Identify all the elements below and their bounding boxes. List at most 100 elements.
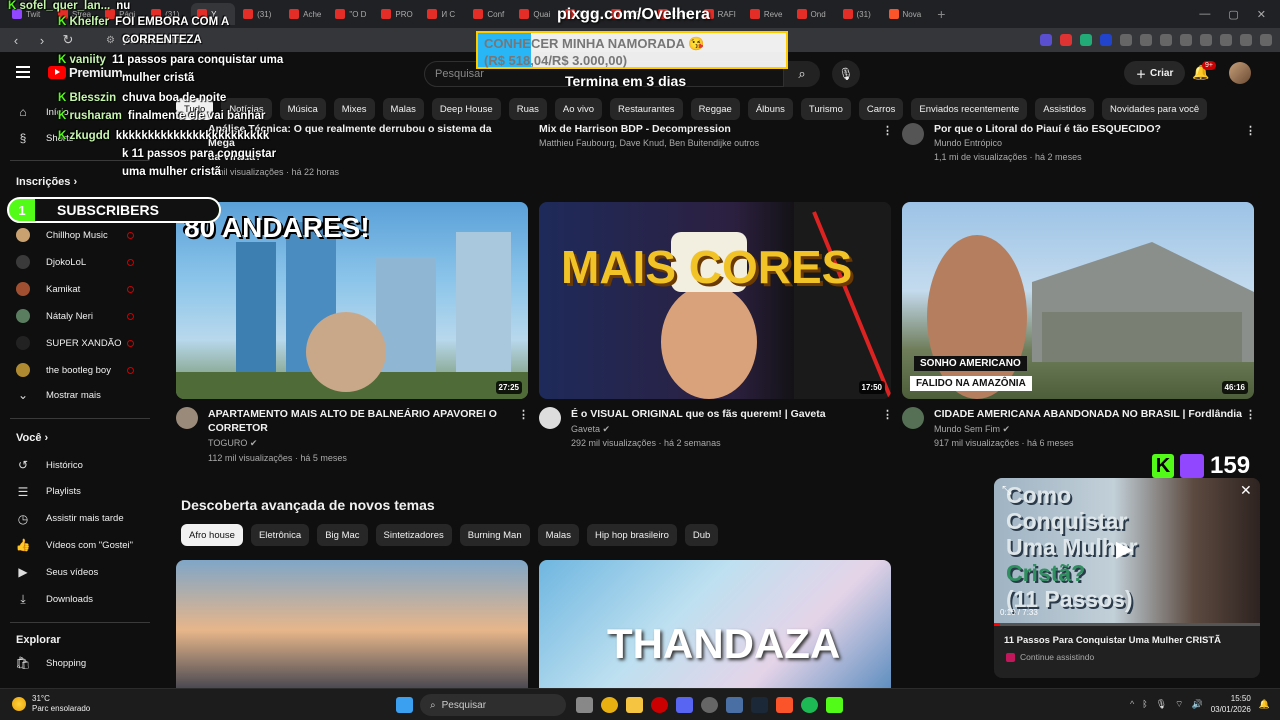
channel-avatar[interactable] [539,407,561,429]
wifi-icon[interactable]: ⌔ [1175,699,1183,710]
video-thumbnail[interactable]: MAIS CORES 17:50 [539,202,891,399]
mic-icon[interactable]: 🎙 [1156,699,1167,710]
video-title[interactable]: APARTAMENTO MAIS ALTO DE BALNEÁRIO APAVO… [208,407,508,435]
chip[interactable]: Reggae [690,98,740,120]
chip[interactable]: Ruas [508,98,547,120]
video-channel[interactable]: Mundo Sem Fim ✔ [934,422,1010,437]
weather-widget[interactable]: 31°C Parc ensolarado [12,694,90,714]
chip[interactable]: Hip hop brasileiro [586,524,677,546]
chip[interactable]: Turismo [800,98,851,120]
chip[interactable]: Big Mac [317,524,368,546]
minimize-icon[interactable]: — [1199,8,1210,21]
miniplayer-video[interactable]: Como Conquistar Uma Mulher Cristã? (11 P… [994,478,1260,625]
sidebar-item[interactable]: ⤓ Downloads [0,587,156,611]
maximize-icon[interactable]: ▢ [1228,8,1238,21]
sidebar-icon[interactable] [1180,34,1192,46]
obs-icon[interactable] [701,697,718,713]
chip[interactable]: Malas [382,98,424,120]
browser-tab[interactable]: Conf [467,3,511,25]
sidebar-item[interactable]: ◷ Assistir mais tarde [0,507,156,531]
browser-tab[interactable]: Quai [513,3,557,25]
channel-avatar[interactable] [902,407,924,429]
chip[interactable]: Dub [684,524,719,546]
sidebar-subscription[interactable]: Kamikat [0,277,156,301]
windows-start-icon[interactable] [396,697,413,713]
chip[interactable]: Malas [537,524,579,546]
sidebar-item[interactable]: ▶ Seus vídeos [0,560,156,584]
video-channel[interactable]: TOGURO ✔ [208,436,257,451]
chip[interactable]: Deep House [431,98,501,120]
search-button[interactable]: ⌕ [784,61,820,87]
chip[interactable]: Eletrônica [250,524,310,546]
account-avatar[interactable] [1229,62,1251,84]
taskbar-search[interactable]: ⌕ Pesquisar [420,694,566,716]
extension-icon[interactable] [1120,34,1132,46]
chip[interactable]: Burning Man [459,524,530,546]
opera-icon[interactable] [651,697,668,713]
browser-tab[interactable]: Reve [744,3,789,25]
video-title[interactable]: Por que o Litoral do Piauí é tão ESQUECI… [934,122,1161,136]
more-options-icon[interactable]: ⋮ [1245,124,1256,137]
video-thumbnail[interactable]: SONHO AMERICANO FALIDO NA AMAZÔNIA 46:16 [902,202,1254,399]
miniplayer-title[interactable]: 11 Passos Para Conquistar Uma Mulher CRI… [1004,635,1221,646]
sidebar-item[interactable]: ↺ Histórico [0,453,156,477]
sidebar-subscription[interactable]: DjokoLoL [0,250,156,274]
close-window-icon[interactable]: ✕ [1257,8,1266,21]
chip[interactable]: Assistidos [1035,98,1094,120]
extension-icon[interactable] [1060,34,1072,46]
you-heading[interactable]: Você › [16,432,48,444]
browser-tab[interactable]: (31) [837,3,881,25]
app-icon[interactable] [726,697,743,713]
channel-avatar[interactable] [902,123,924,145]
expand-icon[interactable]: ⤡ [1002,483,1012,498]
spotify-icon[interactable] [801,697,818,713]
kick-icon[interactable] [826,697,843,713]
chip[interactable]: Carros [858,98,904,120]
sidebar-subscription[interactable]: Chillhop Music [0,223,156,247]
video-thumbnail[interactable]: THANDAZA [539,560,891,688]
chip[interactable]: Novidades para você [1101,98,1208,120]
more-options-icon[interactable]: ⋮ [882,408,893,421]
more-options-icon[interactable]: ⋮ [1245,408,1256,421]
chip[interactable]: Enviados recentemente [911,98,1028,120]
chip[interactable]: Sintetizadores [375,524,452,546]
menu-icon[interactable] [1260,34,1272,46]
bluetooth-icon[interactable]: ᛒ [1142,699,1147,709]
video-channel[interactable]: Gaveta ✔ [571,422,610,437]
sidebar-item[interactable]: ☰ Playlists [0,480,156,504]
music-icon[interactable] [1160,34,1172,46]
wallet-icon[interactable] [1220,34,1232,46]
brave-icon[interactable] [776,697,793,713]
browser-tab[interactable]: Ond [791,3,835,25]
video-channel[interactable]: Mundo Entrópico [934,136,1002,151]
channel-avatar[interactable] [176,407,198,429]
sidebar-subscription[interactable]: the bootleg boy [0,358,156,382]
create-button[interactable]: ＋ Criar [1124,61,1186,85]
chevron-up-icon[interactable]: ^ [1130,699,1134,709]
chip[interactable]: Mixes [333,98,375,120]
extension-icon[interactable] [1040,34,1052,46]
extension-icon[interactable] [1100,34,1112,46]
steam-icon[interactable] [751,697,768,713]
voice-search-button[interactable]: 🎙 [832,60,860,88]
sidebar-subscription[interactable]: SUPER XANDÃO [0,331,156,355]
sidebar-item[interactable]: 👍 Vídeos com "Gostei" [0,533,156,557]
miniplayer-progress[interactable] [994,623,1260,626]
video-title[interactable]: Mix de Harrison BDP - Decompression [539,122,731,136]
close-icon[interactable]: ✕ [1240,482,1252,499]
chrome-icon[interactable] [601,697,618,713]
task-view-icon[interactable] [576,697,593,713]
sidebar-item-shopping[interactable]: 🛍 Shopping [0,651,156,675]
more-options-icon[interactable]: ⋮ [518,408,529,421]
play-icon[interactable]: ▶ [1116,536,1133,562]
video-title[interactable]: É o VISUAL ORIGINAL que os fãs querem! |… [571,407,826,421]
volume-icon[interactable]: 🔊 [1192,699,1203,710]
miniplayer[interactable]: Como Conquistar Uma Mulher Cristã? (11 P… [994,478,1260,678]
browser-tab[interactable]: PRO [375,3,419,25]
chip[interactable]: Restaurantes [610,98,683,120]
chip[interactable]: Álbuns [747,98,793,120]
video-thumbnail[interactable]: 80 ANDARES! 27:25 [176,202,528,399]
clock[interactable]: 15:50 03/01/2026 [1211,693,1251,715]
bookmark-icon[interactable] [1200,34,1212,46]
new-tab-icon[interactable]: + [929,6,953,22]
